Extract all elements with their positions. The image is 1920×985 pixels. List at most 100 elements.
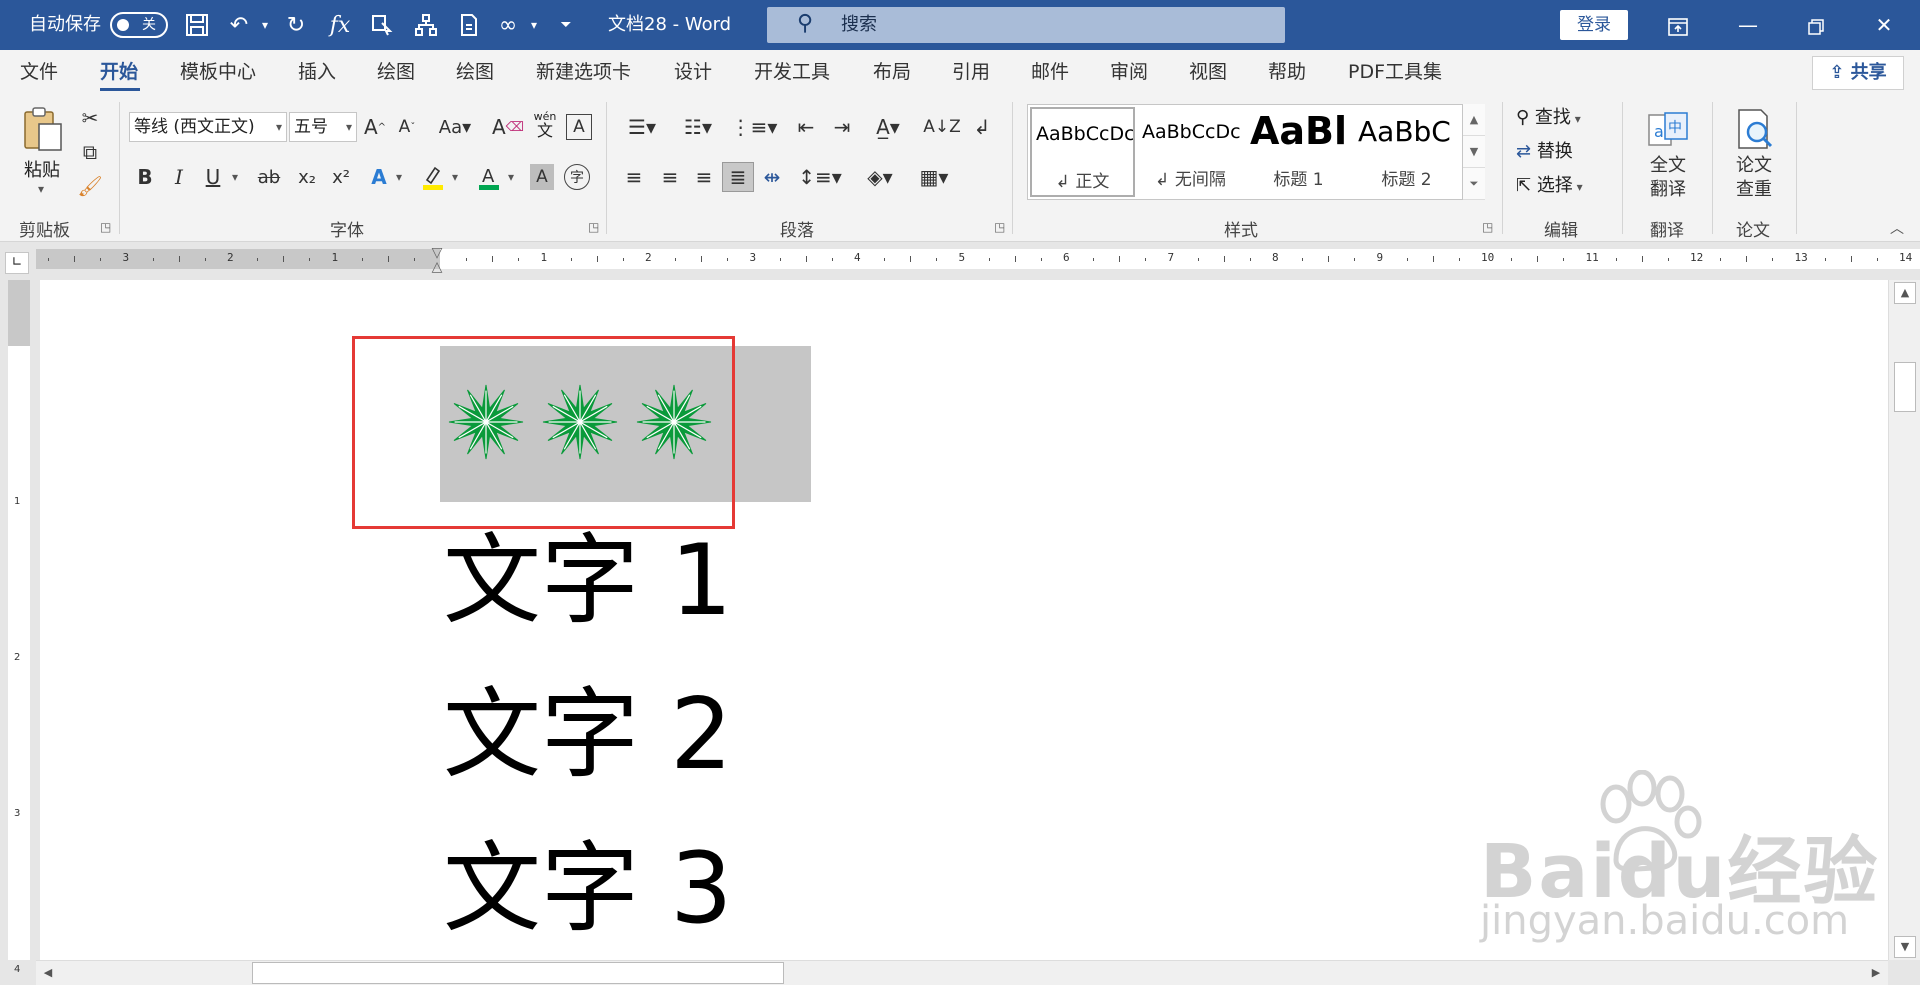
underline-dropdown-icon[interactable]: ▾ <box>232 170 238 184</box>
character-border-icon[interactable]: A <box>566 114 592 140</box>
font-color-icon[interactable]: A <box>476 162 502 192</box>
subscript-button[interactable]: x₂ <box>294 162 320 192</box>
ribbon-display-options-icon[interactable] <box>1650 0 1706 50</box>
sort-icon[interactable]: A↓Z <box>923 112 961 142</box>
multilevel-list-icon[interactable]: ⋮≡▾ <box>731 112 778 142</box>
italic-button[interactable]: I <box>166 162 192 192</box>
superscript-button[interactable]: x² <box>328 162 354 192</box>
scroll-up-icon[interactable]: ▲ <box>1894 282 1916 304</box>
highlight-dropdown-icon[interactable]: ▾ <box>452 170 458 184</box>
numbering-icon[interactable]: ☷▾ <box>676 112 720 142</box>
paragraph-line[interactable]: 文字 1 <box>443 526 733 636</box>
tab-pdf-tools[interactable]: PDF工具集 <box>1348 50 1442 94</box>
align-center-icon[interactable]: ≡ <box>656 162 684 192</box>
paper-check-button[interactable]: 论文 查重 <box>1718 106 1790 202</box>
change-case-icon[interactable]: Aa▾ <box>434 112 476 142</box>
redo-icon[interactable]: ↻ <box>282 11 310 39</box>
tab-insert[interactable]: 插入 <box>298 50 336 94</box>
infinity-icon[interactable]: ∞ <box>494 11 522 39</box>
borders-icon[interactable]: ▦▾ <box>912 162 956 192</box>
paragraph-line[interactable]: 文字 2 <box>443 680 733 790</box>
line-spacing-icon[interactable]: ↕≡▾ <box>798 162 842 192</box>
styles-launcher-icon[interactable]: ◳ <box>1482 220 1493 234</box>
shading-icon[interactable]: ◈▾ <box>858 162 902 192</box>
style-heading-2[interactable]: AaBbC 标题 2 <box>1354 107 1459 197</box>
phonetic-guide-icon[interactable]: wén 文 <box>530 110 560 144</box>
tab-new-tab[interactable]: 新建选项卡 <box>536 50 631 94</box>
tab-draw-2[interactable]: 绘图 <box>456 50 494 94</box>
format-painter-icon[interactable]: 🖌 <box>77 174 102 198</box>
grow-font-icon[interactable]: A ^ <box>362 112 388 142</box>
document-icon[interactable] <box>456 11 484 39</box>
formula-icon[interactable]: fx <box>326 11 354 39</box>
copy-icon[interactable]: ⧉ <box>78 140 102 164</box>
align-right-icon[interactable]: ≡ <box>690 162 718 192</box>
decrease-indent-icon[interactable]: ⇤ <box>792 112 820 142</box>
vertical-scrollbar[interactable]: ▲ ▼ <box>1888 280 1920 960</box>
touch-mode-icon[interactable] <box>368 11 396 39</box>
distributed-icon[interactable]: ⇹ <box>758 162 786 192</box>
find-button[interactable]: ⚲ 查找 ▾ <box>1516 104 1581 132</box>
indent-marker-icon[interactable]: ▽ △ <box>430 246 444 274</box>
underline-button[interactable]: U <box>200 162 226 192</box>
show-marks-icon[interactable]: ↲ <box>968 112 996 142</box>
ruler-bar[interactable]: 3 2 1 1 2 3 4 5 6 7 8 9 10 11 12 13 14 <box>36 249 1920 269</box>
bold-button[interactable]: B <box>132 162 158 192</box>
bullets-icon[interactable]: ☰▾ <box>620 112 664 142</box>
tab-review[interactable]: 审阅 <box>1110 50 1148 94</box>
font-launcher-icon[interactable]: ◳ <box>588 220 599 234</box>
vertical-ruler-bar[interactable]: 1 2 3 4 <box>8 280 30 975</box>
character-shading-icon[interactable]: A <box>530 164 554 190</box>
tab-selector-icon[interactable]: ∟ <box>5 252 29 274</box>
paste-label[interactable]: 粘贴 <box>24 156 60 182</box>
clear-formatting-icon[interactable]: A ⌫ <box>492 112 524 142</box>
replace-button[interactable]: ⇄ 替换 <box>1516 138 1573 166</box>
font-color-dropdown-icon[interactable]: ▾ <box>508 170 514 184</box>
cut-icon[interactable]: ✂ <box>78 106 102 130</box>
text-effects-icon[interactable]: A <box>366 162 392 192</box>
enclose-characters-icon[interactable]: 字 <box>564 164 590 190</box>
align-left-icon[interactable]: ≡ <box>620 162 648 192</box>
scroll-thumb[interactable] <box>252 962 784 984</box>
tab-references[interactable]: 引用 <box>952 50 990 94</box>
scroll-left-icon[interactable]: ◀ <box>38 963 58 983</box>
paragraph-line[interactable]: 文字 3 <box>443 834 733 944</box>
restore-icon[interactable] <box>1788 0 1844 50</box>
scroll-right-icon[interactable]: ▶ <box>1866 963 1886 983</box>
save-icon[interactable] <box>183 11 211 39</box>
tab-mailings[interactable]: 邮件 <box>1031 50 1069 94</box>
tab-draw[interactable]: 绘图 <box>377 50 415 94</box>
increase-indent-icon[interactable]: ⇥ <box>828 112 856 142</box>
tab-developer[interactable]: 开发工具 <box>754 50 830 94</box>
tab-file[interactable]: 文件 <box>20 50 58 94</box>
customize-qat-icon[interactable]: ⏷ <box>552 11 580 39</box>
text-effects-dropdown-icon[interactable]: ▾ <box>396 170 402 184</box>
justify-icon[interactable]: ≣ <box>722 162 754 192</box>
clipboard-launcher-icon[interactable]: ◳ <box>100 220 111 234</box>
undo-icon[interactable]: ↶ <box>225 11 253 39</box>
gallery-down-icon[interactable]: ▼ <box>1463 136 1485 168</box>
style-heading-1[interactable]: AaBl 标题 1 <box>1246 107 1351 197</box>
paste-dropdown-icon[interactable]: ▾ <box>38 182 44 196</box>
close-icon[interactable]: ✕ <box>1856 0 1912 50</box>
font-name-dropdown[interactable]: 等线 (西文正文) ▾ <box>129 112 287 142</box>
horizontal-scrollbar[interactable]: ◀ ▶ <box>36 960 1888 985</box>
tab-design[interactable]: 设计 <box>674 50 712 94</box>
style-normal[interactable]: AaBbCcDc ↲ 正文 <box>1030 107 1135 197</box>
undo-dropdown-icon[interactable]: ▾ <box>251 11 279 39</box>
login-button[interactable]: 登录 <box>1560 10 1628 40</box>
highlight-icon[interactable] <box>420 162 446 192</box>
chinese-layout-icon[interactable]: A̲▾ <box>866 112 910 142</box>
infinity-dropdown-icon[interactable]: ▾ <box>520 11 548 39</box>
style-gallery[interactable]: AaBbCcDc ↲ 正文 AaBbCcDc ↲ 无间隔 AaBl 标题 1 A… <box>1027 104 1485 200</box>
paragraph-launcher-icon[interactable]: ◳ <box>994 220 1005 234</box>
hierarchy-icon[interactable] <box>412 11 440 39</box>
tab-view[interactable]: 视图 <box>1189 50 1227 94</box>
scroll-thumb[interactable] <box>1894 362 1916 412</box>
font-size-dropdown[interactable]: 五号 ▾ <box>289 112 357 142</box>
paste-icon[interactable] <box>18 106 68 152</box>
autosave-toggle[interactable]: 关 <box>110 12 168 38</box>
search-box[interactable]: ⚲ 搜索 <box>767 7 1285 43</box>
gallery-more-icon[interactable]: ⏷ <box>1463 168 1485 200</box>
strikethrough-button[interactable]: ab <box>254 162 284 192</box>
